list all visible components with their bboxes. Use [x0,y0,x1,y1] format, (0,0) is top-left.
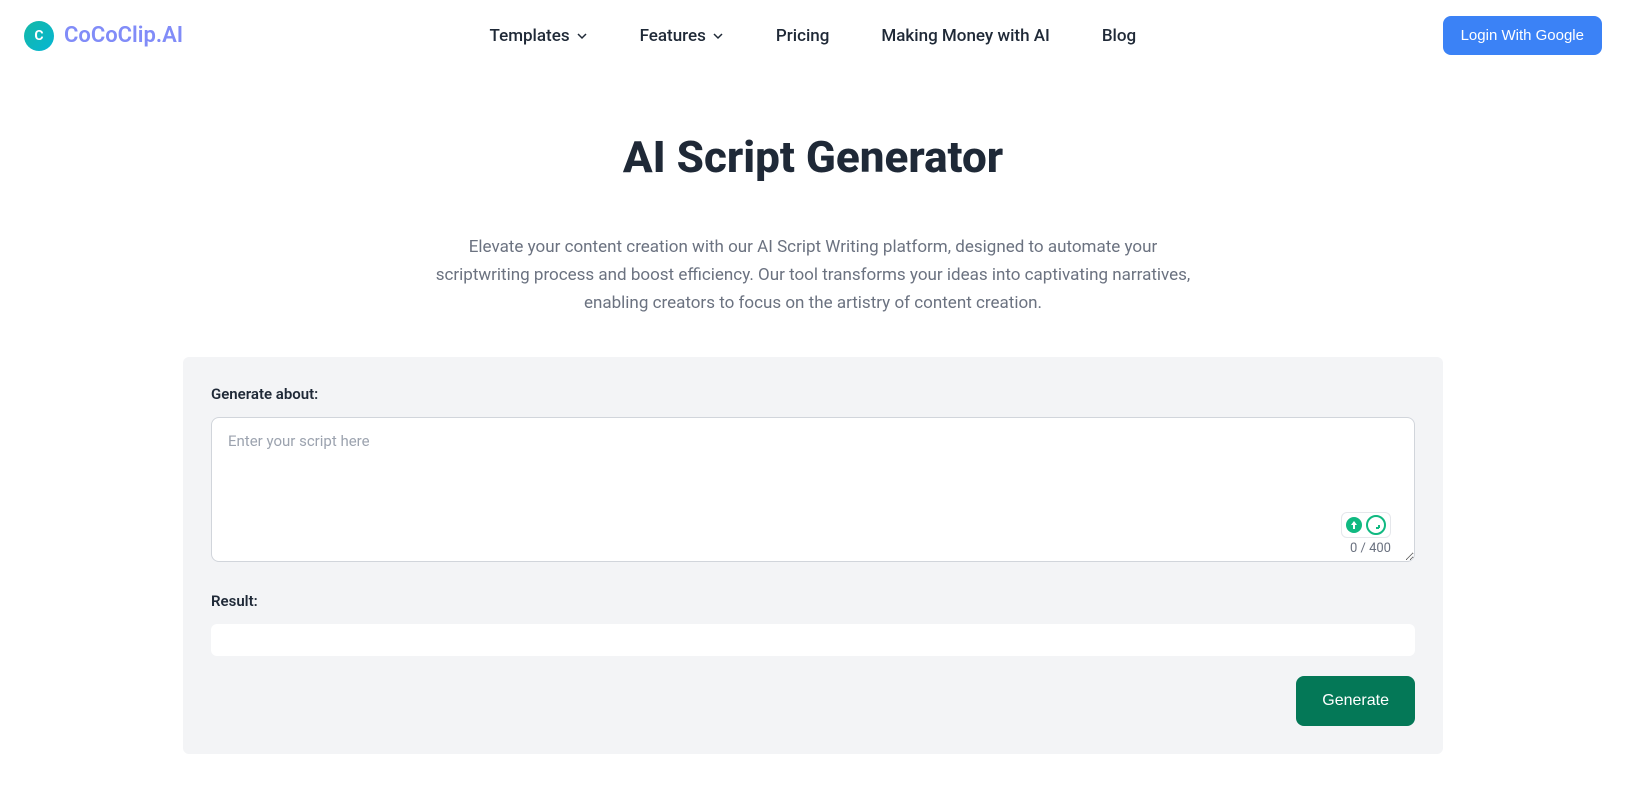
textarea-wrapper: 0 / 400 [211,417,1415,566]
chevron-down-icon [712,30,724,42]
logo[interactable]: C CoCoClip.AI [24,21,183,51]
nav-blog[interactable]: Blog [1102,26,1136,46]
logo-icon: C [24,21,54,51]
chevron-down-icon [576,30,588,42]
result-label: Result: [211,592,1415,610]
main-content: AI Script Generator Elevate your content… [163,71,1463,794]
nav-pricing-label: Pricing [776,26,830,46]
script-input[interactable] [211,417,1415,562]
page-description: Elevate your content creation with our A… [433,233,1193,317]
nav-making-money-label: Making Money with AI [881,26,1049,46]
main-nav: Templates Features Pricing Making Money … [490,26,1137,46]
result-output [211,624,1415,656]
nav-templates-label: Templates [490,26,570,46]
char-counter: 0 / 400 [1350,541,1391,556]
generate-about-label: Generate about: [211,385,1415,403]
nav-features[interactable]: Features [640,26,724,46]
generate-button[interactable]: Generate [1296,676,1415,726]
header: C CoCoClip.AI Templates Features Pricing… [0,0,1626,71]
nav-making-money[interactable]: Making Money with AI [881,26,1049,46]
login-button[interactable]: Login With Google [1443,16,1602,55]
logo-text: CoCoClip.AI [64,23,183,48]
arrow-up-icon[interactable] [1346,517,1362,533]
grammar-badges [1341,512,1391,538]
generator-panel: Generate about: 0 / 400 Result: Generate [183,357,1443,754]
nav-blog-label: Blog [1102,26,1136,46]
nav-pricing[interactable]: Pricing [776,26,830,46]
grammarly-icon[interactable] [1366,515,1386,535]
nav-templates[interactable]: Templates [490,26,588,46]
page-title: AI Script Generator [183,131,1443,183]
nav-features-label: Features [640,26,706,46]
logo-letter: C [34,28,43,44]
